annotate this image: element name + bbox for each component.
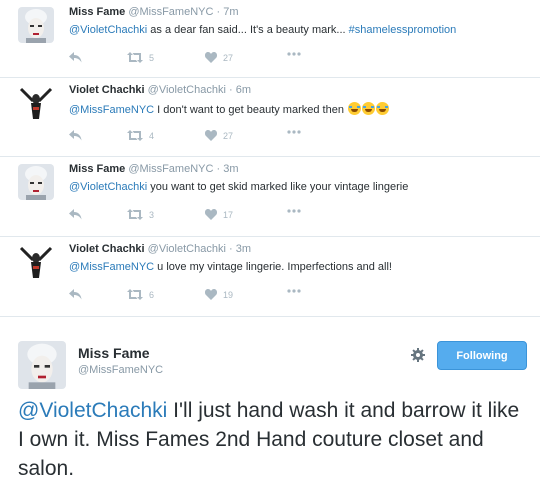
tweet-text-body: as a dear fan said... It's a beauty mark…: [147, 24, 349, 36]
author-handle[interactable]: @MissFameNYC: [78, 364, 163, 376]
tweet-text-body: u love my vintage lingerie. Imperfection…: [154, 261, 392, 273]
gear-icon[interactable]: [411, 348, 425, 362]
author-name[interactable]: Miss Fame: [69, 163, 125, 175]
favorite-icon: [205, 52, 217, 63]
retweet-icon: [127, 52, 143, 63]
avatar-miss-fame[interactable]: [18, 7, 54, 43]
reply-button[interactable]: [69, 289, 82, 300]
tweet-text: @VioletChachki you want to get skid mark…: [69, 181, 408, 193]
tweet-text: @MissFameNYC I don't want to get beauty …: [69, 102, 390, 116]
avatar-miss-fame[interactable]: [18, 341, 66, 389]
more-button[interactable]: [287, 289, 301, 293]
more-button[interactable]: [287, 52, 301, 56]
hashtag-link[interactable]: #shamelesspromotion: [349, 24, 457, 36]
retweet-button[interactable]: 3: [127, 209, 154, 220]
tweet-text: @MissFameNYC u love my vintage lingerie.…: [69, 261, 392, 273]
more-button[interactable]: [287, 209, 301, 213]
separator-dot: ·: [216, 6, 221, 18]
author-name[interactable]: Miss Fame: [69, 6, 125, 18]
tweet-text: @VioletChachki as a dear fan said... It'…: [69, 24, 456, 36]
tweet-timestamp[interactable]: 7m: [223, 6, 238, 18]
tweet-actions: 6 19: [69, 289, 329, 303]
mention-link[interactable]: @MissFameNYC: [69, 261, 154, 273]
separator-dot: ·: [216, 163, 221, 175]
favorite-button[interactable]: 19: [205, 289, 233, 300]
reply-icon: [69, 209, 82, 220]
laughing-emoji-icon: [376, 102, 390, 115]
tweet[interactable]: Miss Fame @MissFameNYC · 3m @VioletChach…: [0, 157, 540, 237]
favorite-button[interactable]: 27: [205, 52, 233, 63]
author-name[interactable]: Violet Chachki: [69, 243, 145, 255]
laughing-emoji-icon: [362, 102, 376, 115]
tweet-text-body: you want to get skid marked like your vi…: [147, 181, 409, 193]
tweet[interactable]: Violet Chachki @VioletChachki · 3m @Miss…: [0, 237, 540, 317]
more-button[interactable]: [287, 130, 301, 134]
mention-link[interactable]: @VioletChachki: [69, 181, 147, 193]
more-icon: [287, 52, 301, 56]
retweet-count: 6: [149, 289, 155, 300]
favorite-count: 27: [223, 130, 234, 141]
more-icon: [287, 289, 301, 293]
mention-link[interactable]: @MissFameNYC: [69, 104, 154, 116]
retweet-count: 5: [149, 52, 155, 63]
avatar-miss-fame[interactable]: [18, 164, 54, 200]
separator-dot: ·: [228, 84, 233, 96]
more-icon: [287, 130, 301, 134]
following-button[interactable]: Following: [437, 341, 527, 370]
retweet-button[interactable]: 5: [127, 52, 154, 63]
retweet-icon: [127, 289, 143, 300]
author-handle[interactable]: @VioletChachki: [148, 84, 226, 96]
author-name[interactable]: Miss Fame: [78, 345, 150, 361]
retweet-icon: [127, 130, 143, 141]
avatar-violet-chachki[interactable]: [18, 244, 54, 280]
tweet-actions: 3 17: [69, 209, 329, 223]
favorite-icon: [205, 209, 217, 220]
expanded-tweet: Miss Fame @MissFameNYC Following @Violet…: [0, 317, 540, 493]
tweet-timestamp[interactable]: 3m: [236, 243, 251, 255]
avatar-violet-chachki[interactable]: [18, 85, 54, 121]
reply-icon: [69, 130, 82, 141]
tweet-text-body: I don't want to get beauty marked then: [154, 104, 348, 116]
tweet[interactable]: Violet Chachki @VioletChachki · 6m @Miss…: [0, 78, 540, 157]
tweet-actions: 4 27: [69, 130, 329, 144]
retweet-count: 4: [149, 130, 155, 141]
tweet-actions: 5 27: [69, 52, 329, 66]
tweet-header: Violet Chachki @VioletChachki · 6m: [69, 84, 251, 96]
more-icon: [287, 209, 301, 213]
tweet-text: @VioletChachki I'll just hand wash it an…: [18, 396, 528, 483]
favorite-icon: [205, 130, 217, 141]
retweet-icon: [127, 209, 143, 220]
retweet-button[interactable]: 4: [127, 130, 154, 141]
tweet-timestamp[interactable]: 3m: [223, 163, 238, 175]
tweet-header: Miss Fame @MissFameNYC · 3m: [69, 163, 239, 175]
reply-button[interactable]: [69, 52, 82, 63]
favorite-count: 17: [223, 209, 234, 220]
tweet-timestamp[interactable]: 6m: [236, 84, 251, 96]
tweet-header: Violet Chachki @VioletChachki · 3m: [69, 243, 251, 255]
mention-link[interactable]: @VioletChachki: [69, 24, 147, 36]
author-handle[interactable]: @MissFameNYC: [128, 6, 213, 18]
reply-button[interactable]: [69, 209, 82, 220]
author-name[interactable]: Violet Chachki: [69, 84, 145, 96]
author-handle[interactable]: @VioletChachki: [148, 243, 226, 255]
author-handle[interactable]: @MissFameNYC: [128, 163, 213, 175]
separator-dot: ·: [228, 243, 233, 255]
retweet-count: 3: [149, 209, 155, 220]
favorite-count: 19: [223, 289, 234, 300]
tweet[interactable]: Miss Fame @MissFameNYC · 7m @VioletChach…: [0, 0, 540, 78]
laughing-emoji-icon: [348, 102, 362, 115]
mention-link[interactable]: @VioletChachki: [18, 399, 167, 422]
tweet-header: Miss Fame @MissFameNYC · 7m: [69, 6, 239, 18]
favorite-button[interactable]: 27: [205, 130, 233, 141]
retweet-button[interactable]: 6: [127, 289, 154, 300]
favorite-icon: [205, 289, 217, 300]
reply-icon: [69, 289, 82, 300]
reply-button[interactable]: [69, 130, 82, 141]
reply-icon: [69, 52, 82, 63]
favorite-count: 27: [223, 52, 234, 63]
favorite-button[interactable]: 17: [205, 209, 233, 220]
